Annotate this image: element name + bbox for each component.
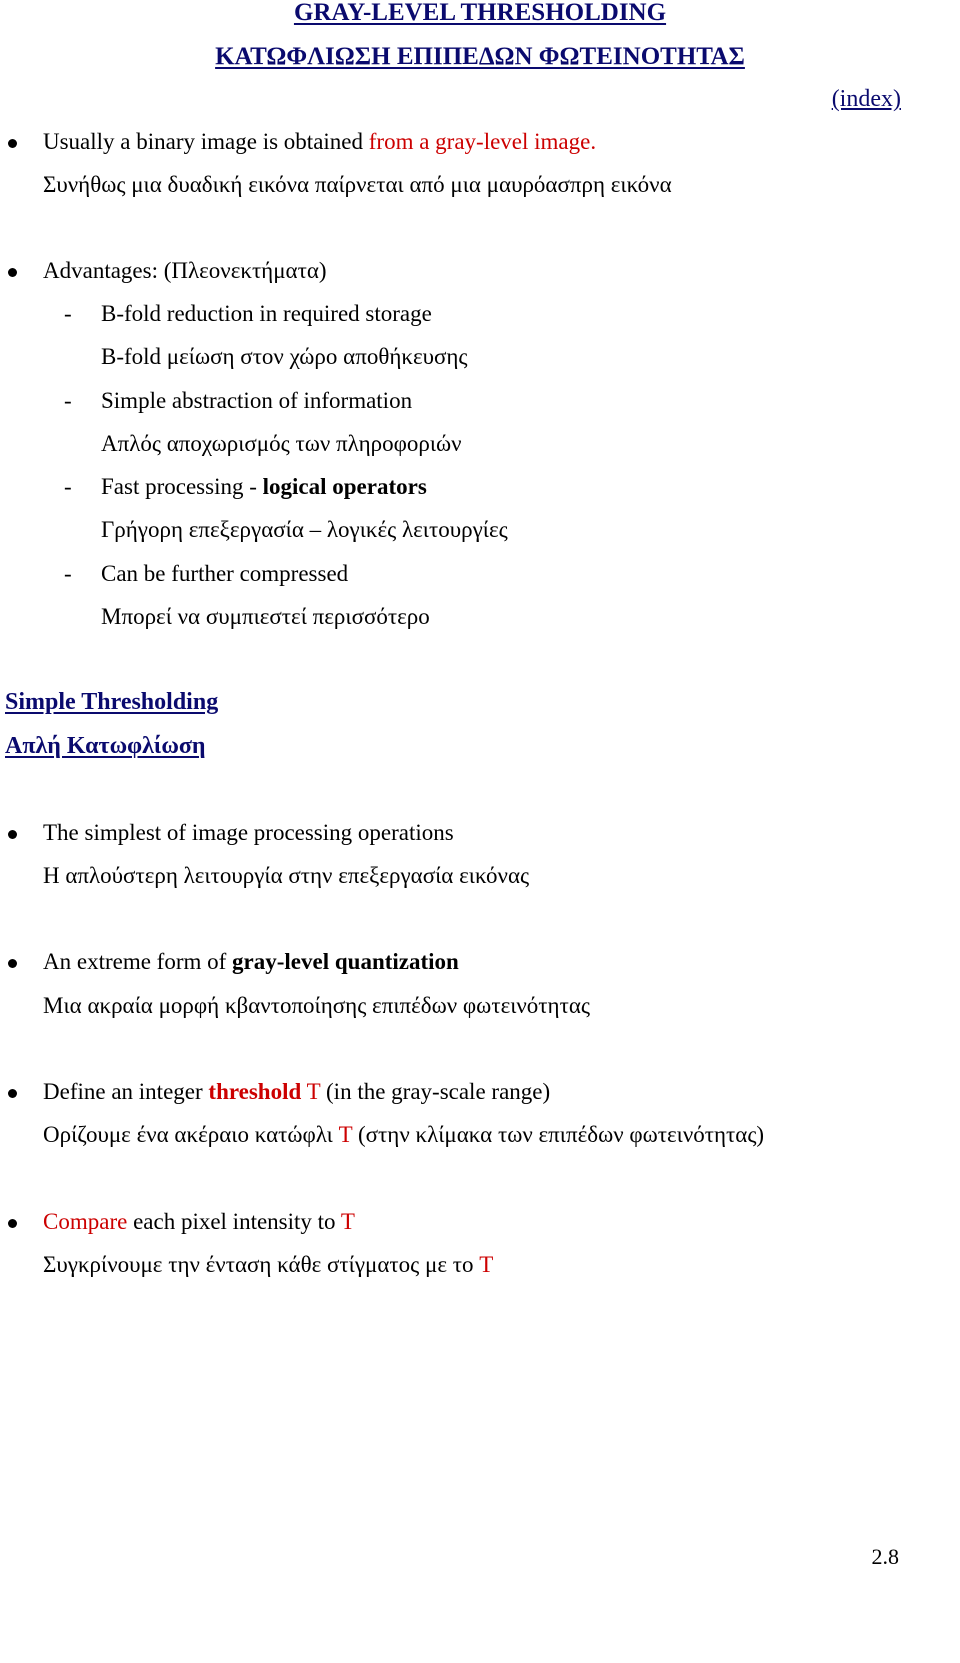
advantage-item: B-fold reduction in required storage [101,301,432,326]
section-title: Simple Thresholding [5,689,219,715]
point-text: An extreme form of gray-level quantizati… [43,949,459,974]
advantage-item: Can be further compressed [101,561,349,586]
dash-marker: - [64,301,72,326]
advantage-item: Fast processing - logical operators [101,474,427,499]
dash-marker: - [64,388,72,413]
page-title: GRAY-LEVEL THRESHOLDING [293,0,667,26]
bullet-icon [8,1089,17,1098]
bullet-icon [8,268,17,277]
advantage-item-greek: B-fold μείωση στον χώρο αποθήκευσης [101,344,468,369]
bullet-icon [8,959,17,968]
point-text: Define an integer threshold T (in the gr… [43,1079,551,1104]
bullet-icon [8,139,17,148]
advantage-item: Simple abstraction of information [101,388,413,413]
dash-marker: - [64,561,72,586]
point-text: Compare each pixel intensity to T [43,1209,355,1234]
point-text-greek: Μια ακραία μορφή κβαντοποίησης επιπέδων … [43,993,590,1018]
index-link[interactable]: (index) [832,87,901,111]
advantage-item-greek: Γρήγορη επεξεργασία – λογικές λειτουργίε… [101,517,508,542]
point-text-greek: Ορίζουμε ένα ακέραιο κατώφλι T (στην κλί… [43,1122,765,1147]
advantages-heading: Advantages: (Πλεονεκτήματα) [43,258,327,283]
page-title-greek: ΚΑΤΩΦΛΙΩΣΗ ΕΠΙΠΕΔΩΝ ΦΩΤΕΙΝΟΤΗΤΑΣ [215,43,745,70]
advantage-item-greek: Απλός αποχωρισμός των πληροφοριών [101,431,462,456]
section-title-greek: Απλή Κατωφλίωση [5,733,206,759]
point-text: The simplest of image processing operati… [43,820,454,845]
point-text-greek: Συγκρίνουμε την ένταση κάθε στίγματος με… [43,1252,494,1277]
page-number: 2.8 [871,1544,900,1569]
bullet-icon [8,1219,17,1228]
point-text-greek: Η απλούστερη λειτουργία στην επεξεργασία… [43,863,530,888]
bullet-icon [8,830,17,839]
intro-highlight: from a gray-level image. [368,129,597,154]
advantage-item-greek: Μπορεί να συμπιεστεί περισσότερο [101,604,430,629]
intro-text: Usually a binary image is obtained from … [43,129,597,154]
intro-text-greek: Συνήθως μια δυαδική εικόνα παίρνεται από… [43,172,672,197]
dash-marker: - [64,474,72,499]
